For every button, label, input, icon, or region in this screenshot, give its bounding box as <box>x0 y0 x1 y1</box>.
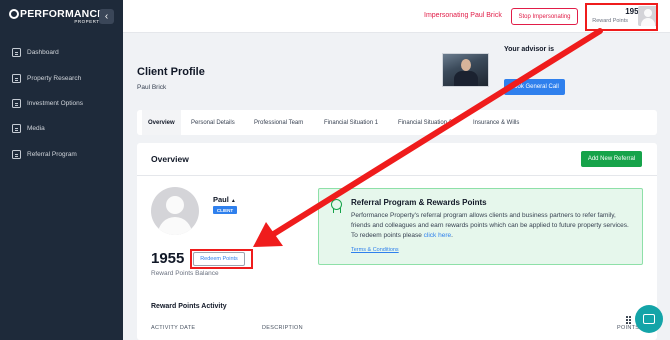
tab-personal-details[interactable]: Personal Details <box>191 110 235 135</box>
caret-up-icon: ▲ <box>230 198 236 204</box>
profile-avatar <box>151 187 199 235</box>
tab-financial-situation-2[interactable]: Financial Situation 2 <box>398 110 452 135</box>
sidebar-item-dashboard[interactable]: Dashboard <box>12 45 59 59</box>
sidebar-item-label: Property Research <box>27 74 82 82</box>
profile-first-name: Paul <box>213 195 229 204</box>
overview-header: Overview Add New Referral <box>137 143 657 176</box>
referral-info-box: Referral Program & Rewards Points Perfor… <box>318 188 643 265</box>
sidebar: PERFORMANCE PROPERTY ‹ Dashboard Propert… <box>0 0 123 340</box>
activity-title: Reward Points Activity <box>151 303 227 310</box>
advisor-photo <box>442 53 489 87</box>
referral-title: Referral Program & Rewards Points <box>351 198 487 207</box>
award-ribbon-icon <box>330 199 342 213</box>
property-research-icon <box>12 73 21 83</box>
sidebar-item-label: Dashboard <box>27 48 59 56</box>
book-general-call-button[interactable]: Book General Call <box>504 79 565 95</box>
points-balance: 1955 <box>151 250 185 267</box>
sidebar-item-label: Media <box>27 124 45 132</box>
logo-mark-icon <box>9 9 19 19</box>
referral-program-icon <box>12 149 21 159</box>
tab-professional-team[interactable]: Professional Team <box>254 110 303 135</box>
sidebar-item-media[interactable]: Media <box>12 121 45 135</box>
terms-conditions-link[interactable]: Terms & Conditions <box>351 247 399 253</box>
sidebar-item-referral-program[interactable]: Referral Program <box>12 147 77 161</box>
impersonating-text: Impersonating Paul Brick <box>424 12 502 19</box>
click-here-link[interactable]: click here <box>424 232 451 239</box>
annotation-highlight-redeem <box>190 249 253 269</box>
stop-impersonating-button[interactable]: Stop Impersonating <box>511 8 578 25</box>
sidebar-item-label: Investment Options <box>27 99 83 107</box>
client-name: Paul Brick <box>137 84 167 91</box>
collapse-sidebar-button[interactable]: ‹ <box>99 9 114 24</box>
profile-name[interactable]: Paul ▲ <box>213 195 236 204</box>
sidebar-item-property-research[interactable]: Property Research <box>12 71 81 85</box>
client-badge: CLIENT <box>213 206 237 214</box>
chevron-left-icon: ‹ <box>104 11 109 22</box>
brand-logo[interactable]: PERFORMANCE PROPERTY <box>9 8 104 26</box>
column-header-activity-date: ACTIVITY DATE <box>151 325 196 331</box>
chat-button[interactable] <box>635 305 663 333</box>
advisor-label: Your advisor is <box>504 46 555 53</box>
page-title: Client Profile <box>137 66 205 78</box>
add-new-referral-button[interactable]: Add New Referral <box>581 151 642 167</box>
annotation-highlight-top-points <box>585 3 658 31</box>
referral-body-text: Performance Property's referral program … <box>351 212 629 239</box>
points-balance-label: Reward Points Balance <box>151 270 219 277</box>
sidebar-item-label: Referral Program <box>27 150 77 158</box>
investment-options-icon <box>12 98 21 108</box>
drag-handle-icon[interactable] <box>626 316 632 324</box>
tab-insurance-wills[interactable]: Insurance & Wills <box>473 110 519 135</box>
column-header-description: DESCRIPTION <box>262 325 303 331</box>
profile-tabs: Overview Personal Details Professional T… <box>137 110 657 135</box>
sidebar-item-investment-options[interactable]: Investment Options <box>12 96 83 110</box>
overview-title: Overview <box>151 154 189 164</box>
media-icon <box>12 123 21 133</box>
tab-financial-situation-1[interactable]: Financial Situation 1 <box>324 110 378 135</box>
dashboard-icon <box>12 47 21 57</box>
overview-card: Overview Add New Referral Paul ▲ CLIENT 1… <box>137 143 657 340</box>
referral-body: Performance Property's referral program … <box>351 212 629 239</box>
chat-icon <box>643 314 655 324</box>
tab-overview[interactable]: Overview <box>142 110 181 135</box>
